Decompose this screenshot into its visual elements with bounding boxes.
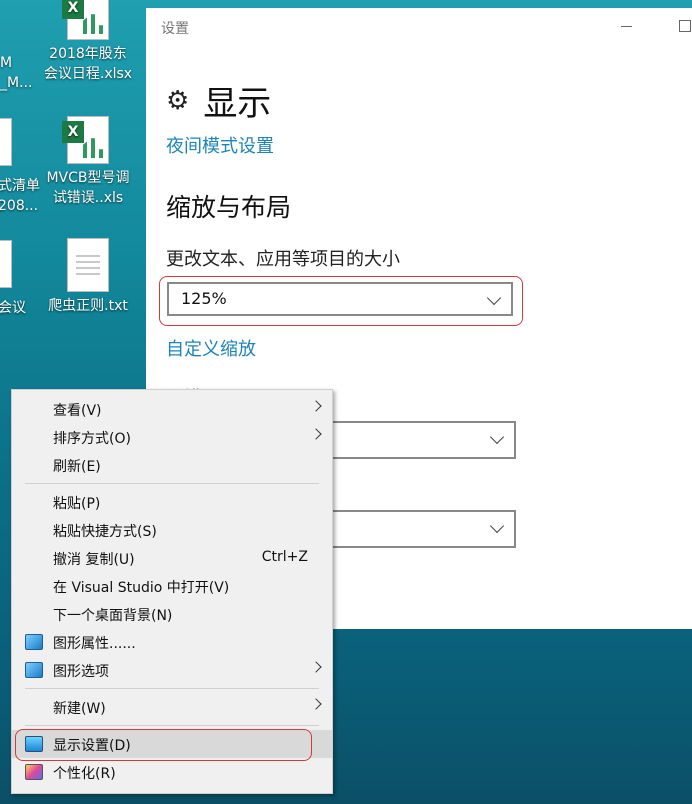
red-highlight-box bbox=[15, 729, 312, 761]
page-title: 显示 bbox=[203, 84, 272, 124]
menu-separator bbox=[25, 725, 319, 726]
desktop-icon-label: 爬虫正则.txt bbox=[48, 298, 128, 314]
chevron-right-icon bbox=[310, 661, 322, 673]
chevron-down-icon bbox=[489, 429, 505, 445]
menu-item-refresh[interactable]: 刷新(E) bbox=[12, 451, 332, 479]
menu-item-label: 粘贴(P) bbox=[53, 496, 101, 512]
desktop-icon-label: 会议日程.xlsx bbox=[43, 66, 133, 82]
menu-item-label: 个性化(R) bbox=[53, 766, 116, 782]
menu-item-open-visual-studio[interactable]: 在 Visual Studio 中打开(V) bbox=[12, 572, 332, 600]
chevron-right-icon bbox=[310, 428, 322, 440]
menu-item-undo-copy[interactable]: 撤消 复制(U) Ctrl+Z bbox=[12, 544, 332, 572]
desktop-icon-label: 式清单 bbox=[0, 178, 40, 194]
window-title: 设置 bbox=[161, 21, 189, 37]
minimize-button[interactable] bbox=[616, 16, 636, 36]
excel-file-icon: X bbox=[62, 0, 109, 40]
chevron-down-icon bbox=[489, 518, 505, 534]
menu-item-label: 新建(W) bbox=[53, 701, 106, 717]
menu-separator bbox=[25, 688, 319, 689]
file-icon bbox=[0, 118, 12, 166]
section-title: 缩放与布局 bbox=[166, 193, 292, 222]
personalize-icon bbox=[25, 764, 43, 780]
gear-icon: ⚙ bbox=[166, 85, 190, 116]
desktop-context-menu: 查看(V) 排序方式(O) 刷新(E) 粘贴(P) 粘贴快捷方式(S) 撤消 复… bbox=[11, 389, 333, 794]
desktop-icon-xlsx-1[interactable]: X 2018年股东 会议日程.xlsx bbox=[40, 0, 136, 84]
menu-item-graphics-options[interactable]: 图形选项 bbox=[12, 656, 332, 684]
scale-dropdown[interactable]: 125% bbox=[167, 282, 513, 316]
chevron-right-icon bbox=[310, 698, 322, 710]
menu-item-label: 排序方式(O) bbox=[53, 431, 131, 447]
desktop-icon-txt[interactable]: 爬虫正则.txt bbox=[40, 238, 136, 316]
menu-item-new[interactable]: 新建(W) bbox=[12, 693, 332, 721]
menu-item-shortcut: Ctrl+Z bbox=[261, 549, 308, 565]
night-light-settings-link[interactable]: 夜间模式设置 bbox=[166, 132, 274, 158]
menu-item-label: 图形选项 bbox=[53, 664, 109, 680]
desktop-icon-label: M bbox=[0, 55, 13, 71]
maximize-button[interactable] bbox=[679, 20, 691, 32]
menu-item-sort[interactable]: 排序方式(O) bbox=[12, 423, 332, 451]
menu-item-view[interactable]: 查看(V) bbox=[12, 395, 332, 423]
menu-item-label: 在 Visual Studio 中打开(V) bbox=[53, 580, 230, 596]
menu-item-paste[interactable]: 粘贴(P) bbox=[12, 488, 332, 516]
desktop-icon-label: MVCB型号调 bbox=[46, 170, 130, 186]
menu-item-label: 刷新(E) bbox=[53, 459, 101, 475]
desktop-icon-label: 208... bbox=[0, 198, 39, 214]
desktop-icon-label: 会议 bbox=[0, 300, 26, 316]
graphics-icon bbox=[25, 634, 43, 650]
desktop-icon-label: 试错误..xls bbox=[52, 190, 124, 206]
desktop-icon-label: 2018年股东 bbox=[49, 46, 127, 62]
scale-label: 更改文本、应用等项目的大小 bbox=[166, 249, 400, 270]
desktop-icon-xls-2[interactable]: X MVCB型号调 试错误..xls bbox=[40, 116, 136, 208]
excel-file-icon: X bbox=[62, 116, 109, 164]
menu-item-paste-shortcut[interactable]: 粘贴快捷方式(S) bbox=[12, 516, 332, 544]
menu-item-label: 粘贴快捷方式(S) bbox=[53, 524, 157, 540]
text-file-icon bbox=[67, 238, 109, 292]
menu-item-next-background[interactable]: 下一个桌面背景(N) bbox=[12, 600, 332, 628]
menu-item-label: 下一个桌面背景(N) bbox=[53, 608, 173, 624]
menu-item-label: 图形属性...... bbox=[53, 636, 136, 652]
menu-item-label: 撤消 复制(U) bbox=[53, 552, 135, 568]
desktop-icon-label: _M... bbox=[0, 75, 33, 91]
menu-item-label: 查看(V) bbox=[53, 403, 102, 419]
menu-item-graphics-properties[interactable]: 图形属性...... bbox=[12, 628, 332, 656]
chevron-down-icon bbox=[486, 290, 502, 306]
file-icon bbox=[0, 240, 12, 288]
custom-scaling-link[interactable]: 自定义缩放 bbox=[166, 335, 256, 361]
menu-item-personalize[interactable]: 个性化(R) bbox=[12, 758, 332, 786]
scale-value: 125% bbox=[181, 289, 227, 308]
chevron-right-icon bbox=[310, 400, 322, 412]
page-header: ⚙ 显示 bbox=[166, 76, 271, 125]
menu-separator bbox=[25, 483, 319, 484]
graphics-icon bbox=[25, 662, 43, 678]
